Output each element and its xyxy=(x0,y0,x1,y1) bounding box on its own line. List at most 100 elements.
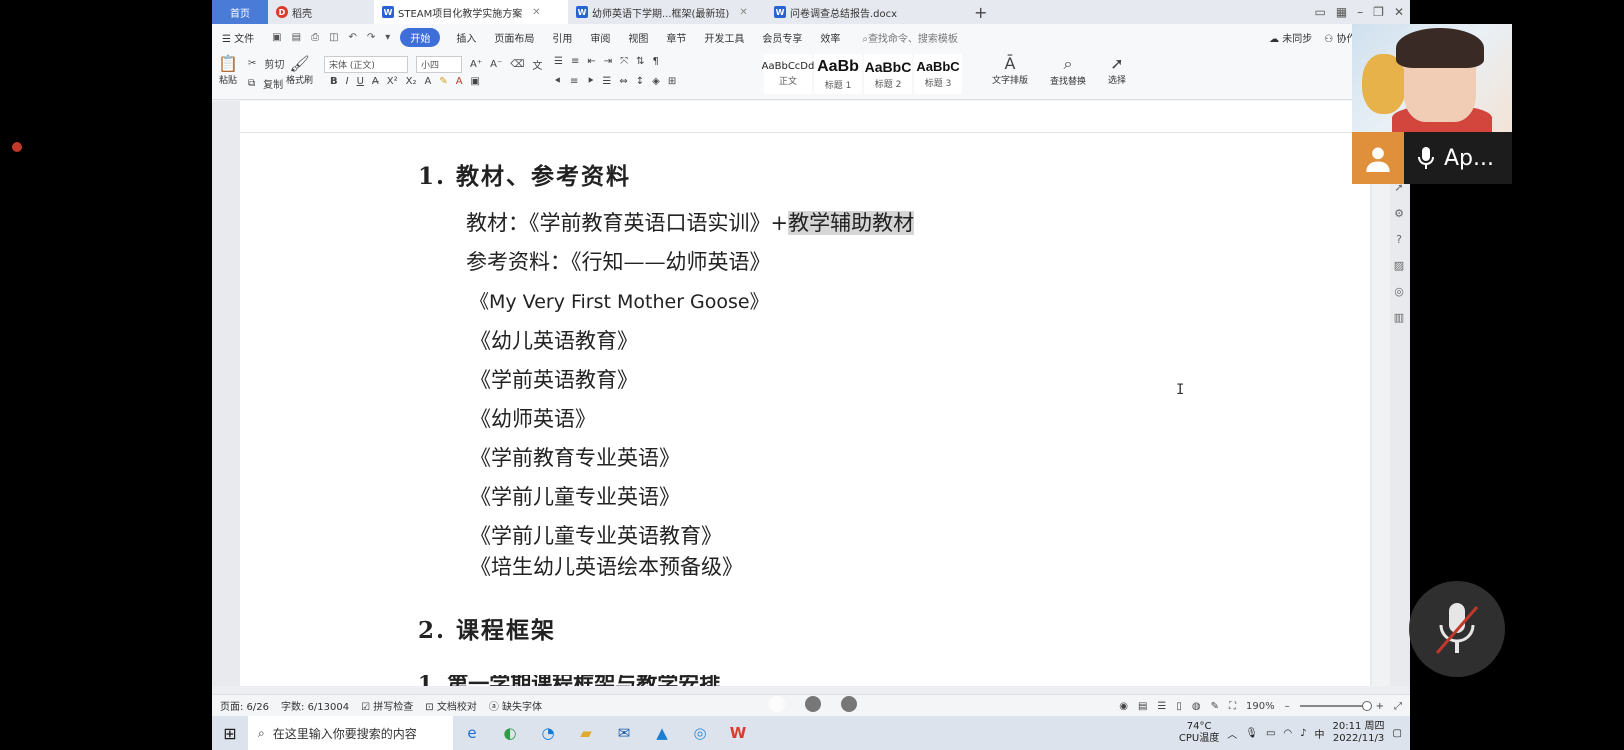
shading-icon[interactable]: ◈ xyxy=(652,76,660,87)
strikethrough-icon[interactable]: A̶ xyxy=(372,76,379,87)
grow-font-icon[interactable]: A⁺ xyxy=(470,59,482,70)
windows-start-icon[interactable]: ⊞ xyxy=(212,716,248,750)
tab-docer[interactable]: D 稻壳 xyxy=(268,0,374,24)
battery-icon[interactable]: ▭ xyxy=(1266,728,1275,739)
zoom-in-icon[interactable]: + xyxy=(1376,701,1384,712)
save-icon[interactable]: ▣ xyxy=(272,32,281,43)
zoom-slider-handle[interactable] xyxy=(1361,701,1372,711)
outline-view-icon[interactable]: ☰ xyxy=(1157,701,1166,712)
decrease-indent-icon[interactable]: ⇤ xyxy=(587,56,595,67)
close-tab-icon[interactable]: ✕ xyxy=(739,7,747,18)
wps-office-icon[interactable]: W xyxy=(719,716,757,750)
close-tab-icon[interactable]: ✕ xyxy=(532,7,540,18)
tab-home[interactable]: 首页 xyxy=(212,0,268,24)
page-dot[interactable] xyxy=(805,696,821,712)
font-name-select[interactable]: 宋体 (正文) xyxy=(324,56,408,73)
menu-tab-insert[interactable]: 插入 xyxy=(456,30,476,45)
zoom-level[interactable]: 190% xyxy=(1246,701,1275,712)
phonetic-guide-icon[interactable]: 文 xyxy=(532,57,542,72)
line-spacing-icon[interactable]: ↕ xyxy=(636,76,644,87)
char-border-icon[interactable]: ▣ xyxy=(471,76,480,87)
file-menu[interactable]: ☰ 文件 xyxy=(222,30,254,45)
menu-tab-review[interactable]: 审阅 xyxy=(590,30,610,45)
format-painter-button[interactable]: 🖌 格式刷 xyxy=(286,54,313,86)
new-tab-button[interactable]: + xyxy=(966,0,995,24)
zoom-out-icon[interactable]: – xyxy=(1285,701,1290,712)
missing-font-button[interactable]: ⓐ 缺失字体 xyxy=(489,698,542,713)
font-size-select[interactable]: 小四 xyxy=(416,56,462,73)
text-layout-button[interactable]: Ā 文字排版 xyxy=(992,54,1028,86)
style-normal[interactable]: AaBbCcDd 正文 xyxy=(762,54,814,94)
style-heading-3[interactable]: AaBbC 标题 3 xyxy=(914,54,962,94)
redo-icon[interactable]: ↷ xyxy=(367,32,375,43)
align-center-icon[interactable]: ≡ xyxy=(570,76,578,87)
unmute-button[interactable] xyxy=(1409,581,1505,677)
tab-steam-plan[interactable]: W STEAM项目化教学实施方案 ✕ xyxy=(374,0,568,24)
apps-grid-icon[interactable]: ▦ xyxy=(1336,5,1347,19)
menu-tab-developer[interactable]: 开发工具 xyxy=(704,30,744,45)
input-method[interactable]: 中 xyxy=(1315,726,1325,741)
command-search[interactable]: ⌕查找命令、搜索模板 xyxy=(862,30,958,45)
distributed-icon[interactable]: ⇔ xyxy=(619,76,627,87)
subscript-icon[interactable]: X₂ xyxy=(406,76,417,87)
notifications-icon[interactable]: ▢ xyxy=(1393,728,1402,739)
photos-icon[interactable]: ▲ xyxy=(643,716,681,750)
mail-icon[interactable]: ✉ xyxy=(605,716,643,750)
align-right-icon[interactable]: ⯈ xyxy=(586,76,594,87)
web-view-icon[interactable]: ◍ xyxy=(1192,701,1201,712)
text-effect-icon[interactable]: A xyxy=(424,76,431,87)
clock[interactable]: 20:11 周四 2022/11/3 xyxy=(1333,721,1385,745)
minimize-icon[interactable]: – xyxy=(1357,5,1363,19)
font-color-icon[interactable]: A xyxy=(456,76,463,87)
edge-green-icon[interactable]: ◐ xyxy=(491,716,529,750)
bold-icon[interactable]: B xyxy=(330,76,338,87)
volume-icon[interactable]: ♪ xyxy=(1300,728,1306,739)
menu-tab-view[interactable]: 视图 xyxy=(628,30,648,45)
menu-tab-member[interactable]: 会员专享 xyxy=(762,30,802,45)
doc-proofread-button[interactable]: ⊡ 文档校对 xyxy=(425,698,477,713)
spell-check-toggle[interactable]: ☑ 拼写检查 xyxy=(361,698,413,713)
menu-tab-home[interactable]: 开始 xyxy=(400,27,441,47)
microphone-tray-icon[interactable]: 🎙 xyxy=(1245,728,1258,739)
sync-status[interactable]: ☁ 未同步 xyxy=(1269,30,1312,45)
underline-icon[interactable]: U xyxy=(357,76,364,87)
network-icon[interactable]: ◠ xyxy=(1283,728,1292,739)
align-left-icon[interactable]: ⯇ xyxy=(554,76,562,87)
location-icon[interactable]: ◎ xyxy=(1394,285,1404,298)
print-preview-icon[interactable]: ◫ xyxy=(329,32,338,43)
page-indicator[interactable]: 页面: 6/26 xyxy=(220,698,269,713)
paste-button[interactable]: 📋 粘贴 xyxy=(218,54,238,86)
sort-icon[interactable]: ⇅ xyxy=(636,56,644,67)
export-pdf-icon[interactable]: ▤ xyxy=(292,32,301,43)
image-icon[interactable]: ▨ xyxy=(1394,259,1404,272)
document-page[interactable]: 1. 教材、参考资料 教材：《学前教育英语口语实训》+教学辅助教材 参考资料：《… xyxy=(240,101,1370,686)
print-icon[interactable]: ⎙ xyxy=(311,32,319,43)
file-explorer-icon[interactable]: ▰ xyxy=(567,716,605,750)
participant-bar[interactable]: Ap... xyxy=(1352,132,1512,184)
write-mode-icon[interactable]: ✎ xyxy=(1211,701,1219,712)
menu-tab-references[interactable]: 引用 xyxy=(552,30,572,45)
cut-button[interactable]: ✂ 剪切 xyxy=(248,56,284,71)
page-dot[interactable] xyxy=(841,696,857,712)
find-replace-button[interactable]: ⌕ 查找替换 xyxy=(1050,54,1086,87)
selected-text[interactable]: 教学辅助教材 xyxy=(788,211,915,235)
fit-page-icon[interactable]: ⛶ xyxy=(1229,701,1236,712)
restore-icon[interactable]: ❐ xyxy=(1373,5,1384,19)
menu-tab-chapter[interactable]: 章节 xyxy=(666,30,686,45)
close-window-icon[interactable]: ✕ xyxy=(1394,5,1404,19)
participant-video[interactable] xyxy=(1352,24,1512,132)
page-view-icon[interactable]: ▤ xyxy=(1138,701,1147,712)
zoom-slider[interactable] xyxy=(1299,701,1372,711)
adjust-icon[interactable]: ⚙ xyxy=(1394,207,1404,220)
horizontal-scrollbar[interactable] xyxy=(212,686,1410,694)
superscript-icon[interactable]: X² xyxy=(387,76,398,87)
fullscreen-icon[interactable]: ⤢ xyxy=(1394,701,1402,712)
numbering-icon[interactable]: ≡ xyxy=(571,56,579,67)
clear-format-icon[interactable]: ⌫ xyxy=(510,59,524,70)
cpu-temp-widget[interactable]: 74°C CPU温度 xyxy=(1179,721,1219,745)
word-count[interactable]: 字数: 6/13004 xyxy=(281,698,349,713)
tab-survey-report[interactable]: W 问卷调查总结报告.docx xyxy=(766,0,966,24)
undo-icon[interactable]: ↶ xyxy=(349,32,357,43)
page-dot[interactable] xyxy=(769,696,785,712)
reading-view-icon[interactable]: ▯ xyxy=(1176,701,1182,712)
